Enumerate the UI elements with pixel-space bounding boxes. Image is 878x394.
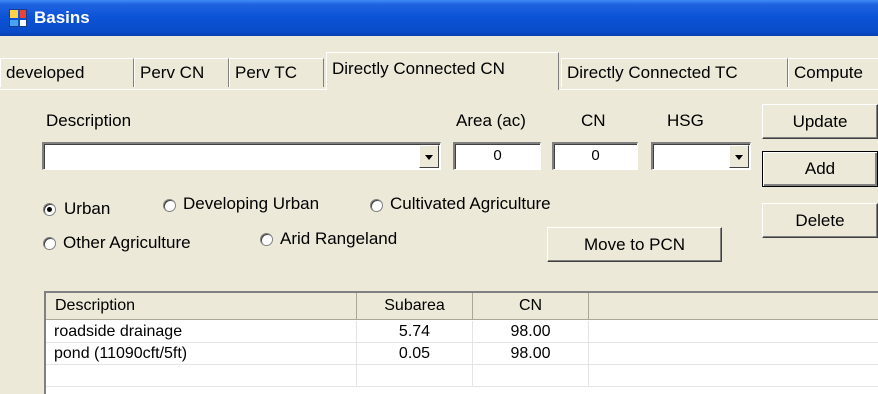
radio-cultivated-agriculture-label[interactable]: Cultivated Agriculture — [390, 194, 551, 214]
column-header-subarea[interactable]: Subarea — [357, 293, 473, 320]
tab-developed[interactable]: developed — [0, 58, 134, 87]
tab-perv-tc[interactable]: Perv TC — [229, 58, 324, 87]
delete-button[interactable]: Delete — [762, 203, 878, 238]
table-row[interactable] — [46, 365, 878, 387]
update-button[interactable]: Update — [762, 104, 878, 139]
table-row[interactable]: roadside drainage 5.74 98.00 — [46, 321, 878, 343]
radio-cultivated-agriculture[interactable] — [370, 199, 383, 212]
chevron-down-icon[interactable] — [729, 145, 749, 168]
table-cell-description: roadside drainage — [46, 321, 357, 343]
app-window-icon — [9, 9, 27, 27]
description-label: Description — [46, 111, 132, 130]
area-label: Area (ac) — [456, 111, 526, 130]
title-bar: Basins — [0, 0, 878, 36]
tab-directly-connected-tc[interactable]: Directly Connected TC — [561, 58, 788, 87]
table-cell-cn: 98.00 — [473, 343, 589, 365]
cn-label: CN — [581, 111, 606, 130]
hsg-combobox[interactable] — [651, 142, 751, 170]
tab-directly-connected-cn[interactable]: Directly Connected CN — [326, 52, 559, 90]
tab-strip: developed Perv CN Perv TC Directly Conne… — [0, 50, 878, 90]
table-cell-subarea: 5.74 — [357, 321, 473, 343]
tab-compute[interactable]: Compute — [788, 58, 878, 87]
radio-other-agriculture[interactable] — [43, 237, 56, 250]
radio-other-agriculture-label[interactable]: Other Agriculture — [63, 233, 191, 253]
description-combobox[interactable] — [42, 142, 441, 170]
column-header-filler — [589, 293, 878, 320]
radio-urban-label[interactable]: Urban — [64, 199, 110, 219]
table-row[interactable]: pond (11090cft/5ft) 0.05 98.00 — [46, 343, 878, 365]
table-cell-description — [46, 365, 357, 387]
radio-developing-urban-label[interactable]: Developing Urban — [183, 194, 319, 214]
column-header-cn[interactable]: CN — [473, 293, 589, 320]
cn-input[interactable]: 0 — [552, 142, 638, 170]
table-cell-cn: 98.00 — [473, 321, 589, 343]
table-cell-subarea — [357, 365, 473, 387]
hsg-label: HSG — [667, 111, 704, 130]
add-button[interactable]: Add — [762, 151, 878, 187]
area-input[interactable]: 0 — [453, 142, 541, 170]
table-cell-cn — [473, 365, 589, 387]
window-title: Basins — [34, 8, 90, 27]
radio-developing-urban[interactable] — [163, 199, 176, 212]
radio-arid-rangeland[interactable] — [260, 233, 273, 246]
subarea-table[interactable]: Description Subarea CN roadside drainage… — [44, 291, 878, 394]
move-to-pcn-button[interactable]: Move to PCN — [547, 227, 722, 262]
table-cell-subarea: 0.05 — [357, 343, 473, 365]
chevron-down-icon[interactable] — [419, 145, 439, 168]
table-cell-description: pond (11090cft/5ft) — [46, 343, 357, 365]
tab-perv-cn[interactable]: Perv CN — [134, 58, 229, 87]
radio-arid-rangeland-label[interactable]: Arid Rangeland — [280, 229, 397, 249]
column-header-description[interactable]: Description — [46, 293, 357, 320]
radio-urban[interactable] — [43, 203, 56, 216]
